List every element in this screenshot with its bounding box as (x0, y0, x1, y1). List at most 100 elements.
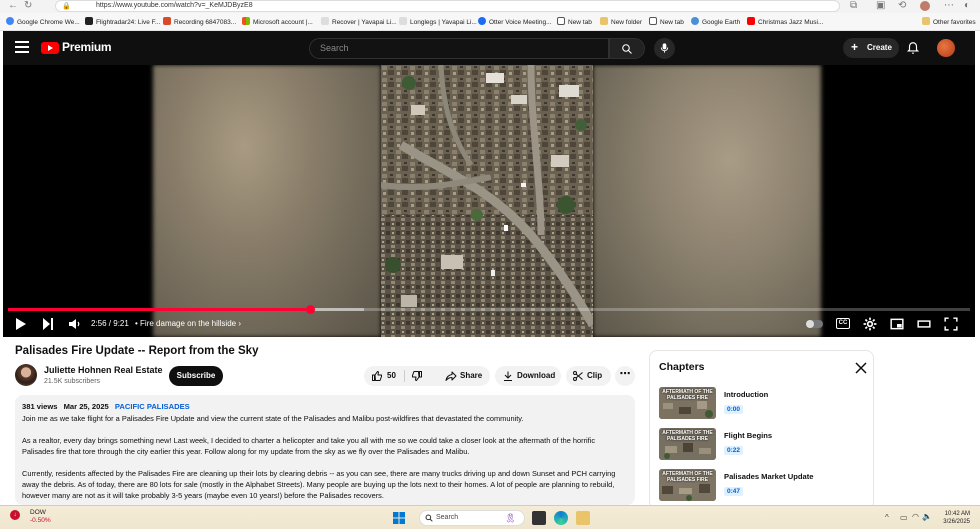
windows-taskbar: ↓ DOW -0.50% Search 🎗 ^ ▭ ◠ 🔈 10:42 AM 3… (0, 505, 980, 529)
hashtag-link[interactable]: PACIFIC PALISADES (115, 402, 190, 411)
more-actions-button[interactable]: ⋯ (615, 366, 635, 386)
other-favorites[interactable]: Other favorites (922, 17, 976, 28)
chevron-right-icon: › (238, 319, 242, 328)
address-bar[interactable]: 🔒 https://www.youtube.com/watch?v=_KeMJD… (55, 0, 840, 12)
search-input[interactable]: Search (309, 38, 609, 59)
create-button[interactable]: + Create (843, 38, 899, 58)
bookmark-favicon (163, 17, 171, 25)
bookmark-label: New tab (660, 19, 684, 26)
ribbon-icon: 🎗 (504, 513, 516, 523)
other-favorites-label: Other favorites (933, 19, 976, 26)
bookmark-item[interactable]: Flightradar24: Live F... (85, 17, 160, 28)
view-count: 381 views (22, 402, 58, 411)
bookmark-favicon (85, 17, 93, 25)
blurred-background-right (593, 65, 821, 337)
search-button[interactable] (609, 38, 645, 59)
voice-search-button[interactable] (654, 38, 675, 59)
chapter-timestamp[interactable]: 0:00 (724, 405, 744, 414)
windows-start-icon[interactable] (393, 512, 405, 524)
theater-mode-icon[interactable] (917, 317, 931, 331)
play-icon[interactable] (15, 317, 27, 331)
chapter-timestamp[interactable]: 0:22 (724, 446, 744, 455)
history-icon[interactable]: ⟲ (898, 0, 906, 12)
bookmark-item[interactable]: New tab (649, 17, 684, 28)
bookmark-item[interactable]: Christmas Jazz Musi... (747, 17, 823, 28)
upload-date: Mar 25, 2025 (63, 402, 109, 411)
bookmark-item[interactable]: Google Earth (691, 17, 740, 28)
bookmark-label: Recording 6847083... (174, 19, 237, 26)
menu-icon[interactable] (15, 41, 29, 53)
time-display: 2:56 / 9:21 (91, 319, 129, 328)
chapter-thumbnail: AFTERMATH OF THE PALISADES FIRE (659, 387, 716, 419)
settings-gear-icon[interactable] (863, 317, 877, 331)
aerial-burned-neighborhood-image (381, 65, 593, 337)
dislike-button[interactable] (405, 366, 431, 386)
chapter-label: Fire damage on the hillside (140, 319, 237, 328)
bookmark-label: Google Earth (702, 19, 741, 26)
download-icon (504, 371, 512, 381)
subtitles-icon[interactable]: CC (836, 318, 850, 329)
clip-label: Clip (587, 371, 603, 380)
channel-name[interactable]: Juliette Hohnen Real Estate (44, 365, 163, 375)
volume-icon[interactable] (68, 317, 80, 331)
bookmark-item[interactable]: Longlegs | Yavapai Li... (399, 17, 477, 28)
taskbar-search-label: Search (436, 514, 459, 521)
download-label: Download (517, 371, 556, 380)
bookmark-item[interactable]: Otter Voice Meeting... (478, 17, 552, 28)
edge-browser-icon[interactable] (554, 511, 568, 525)
chapter-item[interactable]: AFTERMATH OF THE PALISADES FIRE Introduc… (659, 387, 869, 420)
progress-bar[interactable] (8, 305, 970, 314)
chapter-item[interactable]: AFTERMATH OF THE PALISADES FIRE Palisade… (659, 469, 869, 502)
thumbnail-text: AFTERMATH OF THE PALISADES FIRE (662, 430, 713, 442)
bookmark-item[interactable]: New tab (557, 17, 592, 28)
like-button[interactable]: 50 (364, 366, 404, 386)
battery-icon[interactable]: ▭ (900, 513, 908, 522)
progress-played (8, 308, 311, 311)
player-controls: 2:56 / 9:21 • Fire damage on the hillsid… (3, 313, 975, 335)
chapter-name: Palisades Market Update (724, 472, 814, 481)
more-icon[interactable]: ⋯ (944, 0, 954, 12)
copilot-icon[interactable]: ◐ (964, 0, 970, 12)
next-icon[interactable] (42, 317, 54, 331)
wifi-icon[interactable]: ◠ (912, 512, 919, 521)
chapter-button[interactable]: • Fire damage on the hillside › (135, 319, 241, 328)
chapter-timestamp[interactable]: 0:47 (724, 487, 744, 496)
refresh-icon[interactable]: ↻ (24, 0, 32, 12)
chevron-up-icon[interactable]: ^ (885, 513, 889, 522)
bookmark-favicon (6, 17, 14, 25)
account-avatar[interactable] (937, 39, 955, 57)
bookmark-item[interactable]: Recover | Yavapai Li... (321, 17, 397, 28)
download-button[interactable]: Download (495, 366, 561, 386)
bookmark-item[interactable]: Recording 6847083... (163, 17, 236, 28)
system-clock[interactable]: 10:42 AM 3/26/2025 (930, 510, 970, 526)
channel-avatar[interactable] (15, 364, 37, 386)
video-frame (381, 65, 593, 337)
fullscreen-icon[interactable] (944, 317, 958, 331)
chapter-thumbnail: AFTERMATH OF THE PALISADES FIRE (659, 428, 716, 460)
bookmark-item[interactable]: New folder (600, 17, 642, 28)
bookmark-item[interactable]: Microsoft account |... (242, 17, 313, 28)
lock-icon: 🔒 (62, 3, 71, 10)
extensions-icon[interactable]: ⧉ (850, 0, 857, 12)
subscribe-button[interactable]: Subscribe (169, 366, 223, 386)
close-icon[interactable] (855, 362, 867, 374)
chapter-item[interactable]: AFTERMATH OF THE PALISADES FIRE Flight B… (659, 428, 869, 461)
search-icon (425, 514, 433, 522)
thumbs-down-icon (412, 371, 422, 381)
autoplay-toggle[interactable] (806, 320, 823, 328)
profile-icon[interactable] (920, 1, 930, 11)
task-view-icon[interactable] (532, 511, 546, 525)
stock-widget[interactable]: ↓ DOW -0.50% (6, 508, 66, 528)
file-explorer-icon[interactable] (576, 511, 590, 525)
video-player[interactable]: 2:56 / 9:21 • Fire damage on the hillsid… (3, 65, 975, 337)
chapters-title: Chapters (659, 361, 705, 373)
split-screen-icon[interactable]: ▣ (876, 0, 885, 12)
taskbar-search[interactable]: Search 🎗 (419, 510, 525, 526)
bookmark-item[interactable]: Google Chrome We... (6, 17, 80, 28)
miniplayer-icon[interactable] (890, 317, 904, 331)
notifications-bell-icon[interactable] (906, 40, 920, 56)
clip-button[interactable]: Clip (566, 366, 611, 386)
back-icon[interactable]: ← (8, 0, 18, 12)
description-box[interactable]: 381 views Mar 25, 2025 PACIFIC PALISADES… (15, 395, 635, 505)
share-button[interactable]: Share (438, 366, 490, 386)
